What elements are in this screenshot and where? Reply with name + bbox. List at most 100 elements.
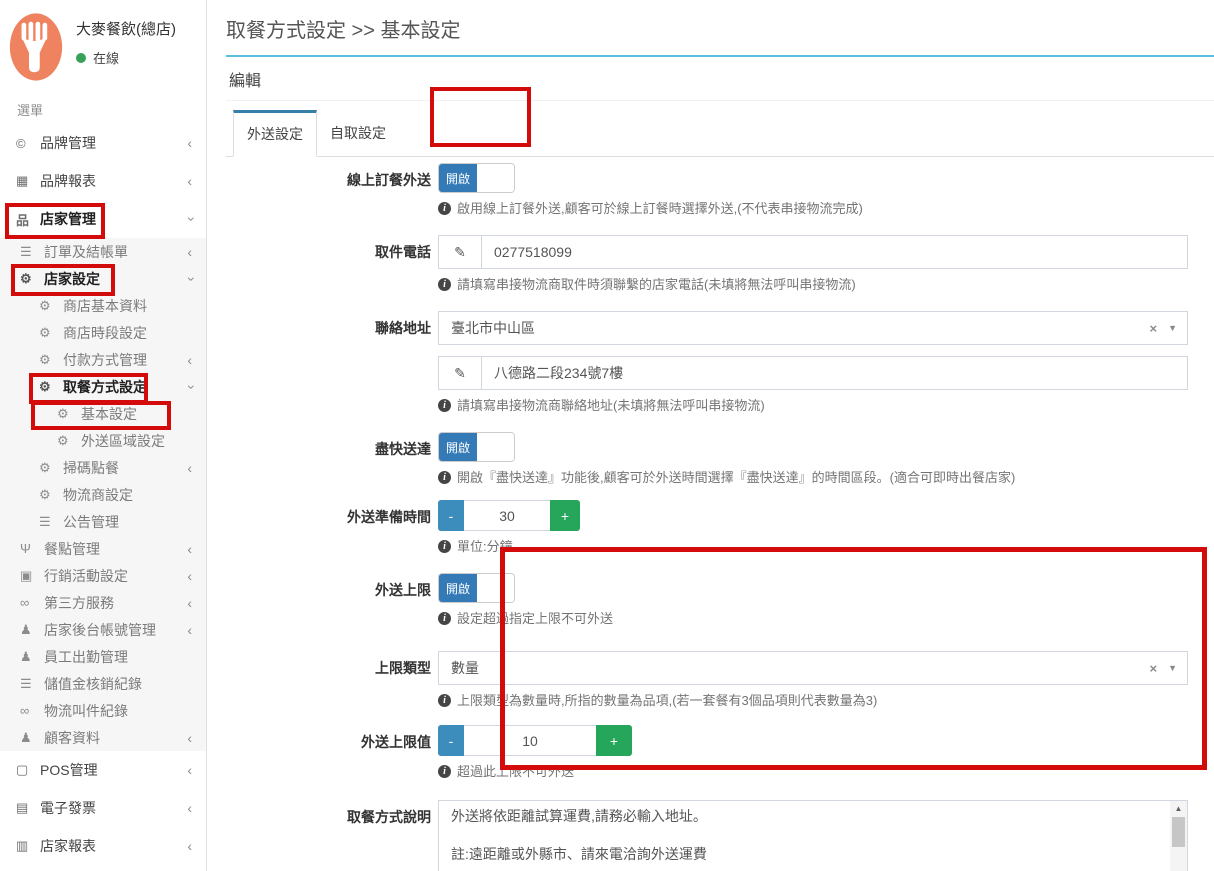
sidebar-item-logistics-provider[interactable]: ⚙物流商設定 [0, 481, 206, 508]
plus-button[interactable]: + [550, 500, 580, 531]
scroll-up-icon[interactable]: ▲ [1170, 801, 1187, 816]
delivery-prep-time-stepper: - + [438, 500, 1188, 531]
chevron-left-icon: ‹ [187, 800, 192, 816]
sidebar-item-label: 行銷活動設定 [44, 566, 128, 586]
field-label: 線上訂餐外送 [226, 163, 431, 217]
gear-icon: ⚙ [39, 487, 63, 503]
chevron-left-icon: ‹ [187, 568, 192, 584]
sidebar-item-label: 店家管理 [40, 209, 96, 229]
gear-icon: ⚙ [39, 460, 63, 476]
chevron-left-icon: ‹ [187, 244, 192, 260]
sidebar-item-brand-report[interactable]: ▦品牌報表‹ [0, 162, 206, 200]
sidebar-item-store-settings[interactable]: ⚙店家設定‹ [0, 265, 206, 292]
contact-address-district-select[interactable]: 臺北市中山區 × ▼ [438, 311, 1188, 345]
sidebar-item-third-party-services[interactable]: ∞第三方服務‹ [0, 589, 206, 616]
sidebar-item-store-hours[interactable]: ⚙商店時段設定 [0, 319, 206, 346]
info-icon: i [438, 765, 451, 778]
helper-text: 啟用線上訂餐外送,顧客可於線上訂餐時選擇外送,(不代表串接物流完成) [457, 201, 863, 217]
sidebar-item-store-basic-info[interactable]: ⚙商店基本資料 [0, 292, 206, 319]
chevron-left-icon: ‹ [187, 838, 192, 854]
monitor-icon: ▢ [16, 762, 40, 778]
contact-address-input[interactable] [482, 357, 1187, 389]
sidebar-item-marketing-settings[interactable]: ▣行銷活動設定 ‹ [0, 562, 206, 589]
table-icon: ▦ [16, 173, 40, 189]
delivery-limit-value-input[interactable] [464, 725, 596, 756]
sidebar-item-store-mgmt[interactable]: 品店家管理‹ [0, 200, 206, 238]
sidebar-item-delivery-area-settings[interactable]: ⚙外送區域設定 [0, 427, 206, 454]
field-label: 上限類型 [226, 651, 431, 709]
sidebar-item-qr-ordering[interactable]: ⚙掃碼點餐‹ [0, 454, 206, 481]
sidebar-item-brand-mgmt[interactable]: ©品牌管理‹ [0, 124, 206, 162]
field-label: 聯絡地址 [226, 311, 431, 414]
sidebar-item-logistics-call-records[interactable]: ∞物流叫件紀錄 [0, 697, 206, 724]
list-icon: ☰ [20, 244, 44, 260]
asap-delivery-toggle[interactable]: 開啟 [438, 432, 515, 462]
info-icon: i [438, 471, 451, 484]
pickup-method-description-wrap: 外送將依距離試算運費,請務必輸入地址。 註:遠距離或外縣市、請來電洽詢外送運費 … [438, 800, 1188, 871]
form-row-delivery-limit: 外送上限 開啟 i 設定超過指定上限不可外送 [226, 573, 1214, 627]
sidebar-item-store-report[interactable]: ▥店家報表‹ [0, 827, 206, 865]
sidebar-item-customer-data[interactable]: ♟顧客資料‹ [0, 724, 206, 751]
sitemap-icon: 品 [16, 210, 40, 229]
list-icon: ☰ [39, 514, 63, 530]
gift-icon: ▣ [20, 568, 44, 584]
sidebar-item-staff-attendance[interactable]: ♟員工出勤管理 [0, 643, 206, 670]
form-row-contact-address: 聯絡地址 臺北市中山區 × ▼ ✎ i 請填寫串接物流商聯絡地址(未填將無法呼叫 [226, 311, 1214, 414]
sidebar-item-stored-value-records[interactable]: ☰儲值金核銷紀錄 [0, 670, 206, 697]
scrollbar[interactable]: ▲ ▼ [1170, 801, 1187, 871]
sidebar-item-menu-mgmt[interactable]: Ψ餐點管理‹ [0, 535, 206, 562]
sidebar-item-label: 訂單及結帳單 [44, 242, 128, 262]
sidebar-item-label: 餐點管理 [44, 539, 100, 559]
minus-button[interactable]: - [438, 500, 464, 531]
sidebar-item-payment-mgmt[interactable]: ⚙付款方式管理‹ [0, 346, 206, 373]
users-icon: ♟ [20, 622, 44, 638]
sidebar-item-basic-setting[interactable]: ⚙基本設定 [0, 400, 206, 427]
copyright-icon: © [16, 136, 40, 151]
form-row-limit-type: 上限類型 數量 × ▼ i 上限類型為數量時,所指的數量為品項,(若一套餐有3個… [226, 651, 1214, 709]
scrollbar-thumb[interactable] [1172, 817, 1185, 847]
delivery-prep-time-input[interactable] [464, 500, 550, 531]
online-status: 在線 [76, 48, 176, 67]
chevron-left-icon: ‹ [187, 622, 192, 638]
chevron-down-icon: ▼ [1168, 323, 1177, 333]
form-row-pickup-phone: 取件電話 ✎ i 請填寫串接物流商取件時須聯繫的店家電話(未填將無法呼叫串接物流… [226, 235, 1214, 293]
sidebar-item-label: 基本設定 [81, 404, 137, 424]
pencil-icon: ✎ [439, 236, 482, 268]
info-icon: i [438, 202, 451, 215]
sidebar-item-pos-mgmt[interactable]: ▢POS管理‹ [0, 751, 206, 789]
gears-icon: ⚙ [20, 271, 44, 287]
delivery-limit-toggle[interactable]: 開啟 [438, 573, 515, 603]
online-order-delivery-toggle[interactable]: 開啟 [438, 163, 515, 193]
helper-text: 上限類型為數量時,所指的數量為品項,(若一套餐有3個品項則代表數量為3) [457, 693, 877, 709]
tab-delivery-settings[interactable]: 外送設定 [233, 110, 317, 157]
toggle-knob [477, 164, 514, 192]
chevron-left-icon: ‹ [187, 173, 192, 189]
form-row-pickup-method-description: 取餐方式說明 外送將依距離試算運費,請務必輸入地址。 註:遠距離或外縣市、請來電… [226, 800, 1214, 871]
chevron-down-icon: ‹ [182, 276, 198, 281]
invoice-icon: ▤ [16, 800, 40, 816]
store-mgmt-submenu: ☰訂單及結帳單‹⚙店家設定‹⚙商店基本資料⚙商店時段設定⚙付款方式管理‹⚙取餐方… [0, 238, 206, 751]
sidebar: 大麥餐飲(總店) 在線 選單 ©品牌管理‹▦品牌報表‹品店家管理‹☰訂單及結帳單… [0, 0, 207, 871]
edit-panel: 編輯 外送設定 自取設定 線上訂餐外送 開啟 i 啟用線上訂餐外送,顧客可於線上… [226, 55, 1214, 871]
tab-pickup-settings[interactable]: 自取設定 [317, 110, 399, 156]
pickup-phone-input[interactable] [482, 236, 1187, 268]
helper-text: 單位:分鐘 [457, 539, 513, 555]
chevron-down-icon: ‹ [182, 384, 198, 389]
sidebar-item-backend-accounts[interactable]: ♟店家後台帳號管理‹ [0, 616, 206, 643]
gear-icon: ⚙ [57, 433, 81, 449]
pickup-method-description-textarea[interactable]: 外送將依距離試算運費,請務必輸入地址。 註:遠距離或外縣市、請來電洽詢外送運費 … [439, 801, 1170, 871]
sidebar-item-announcement-mgmt[interactable]: ☰公告管理 [0, 508, 206, 535]
info-icon: i [438, 278, 451, 291]
sidebar-item-orders-and-bills[interactable]: ☰訂單及結帳單 ‹ [0, 238, 206, 265]
chevron-down-icon: ▼ [1168, 663, 1177, 673]
sidebar-item-e-invoice[interactable]: ▤電子發票‹ [0, 789, 206, 827]
chevron-left-icon: ‹ [187, 730, 192, 746]
limit-type-select[interactable]: 數量 × ▼ [438, 651, 1188, 685]
plus-button[interactable]: + [596, 725, 632, 756]
users-icon: ♟ [20, 649, 44, 665]
clear-icon[interactable]: × [1149, 661, 1157, 676]
chart-icon: ▥ [16, 838, 40, 854]
sidebar-item-pickup-method-settings[interactable]: ⚙取餐方式設定‹ [0, 373, 206, 400]
clear-icon[interactable]: × [1149, 321, 1157, 336]
minus-button[interactable]: - [438, 725, 464, 756]
